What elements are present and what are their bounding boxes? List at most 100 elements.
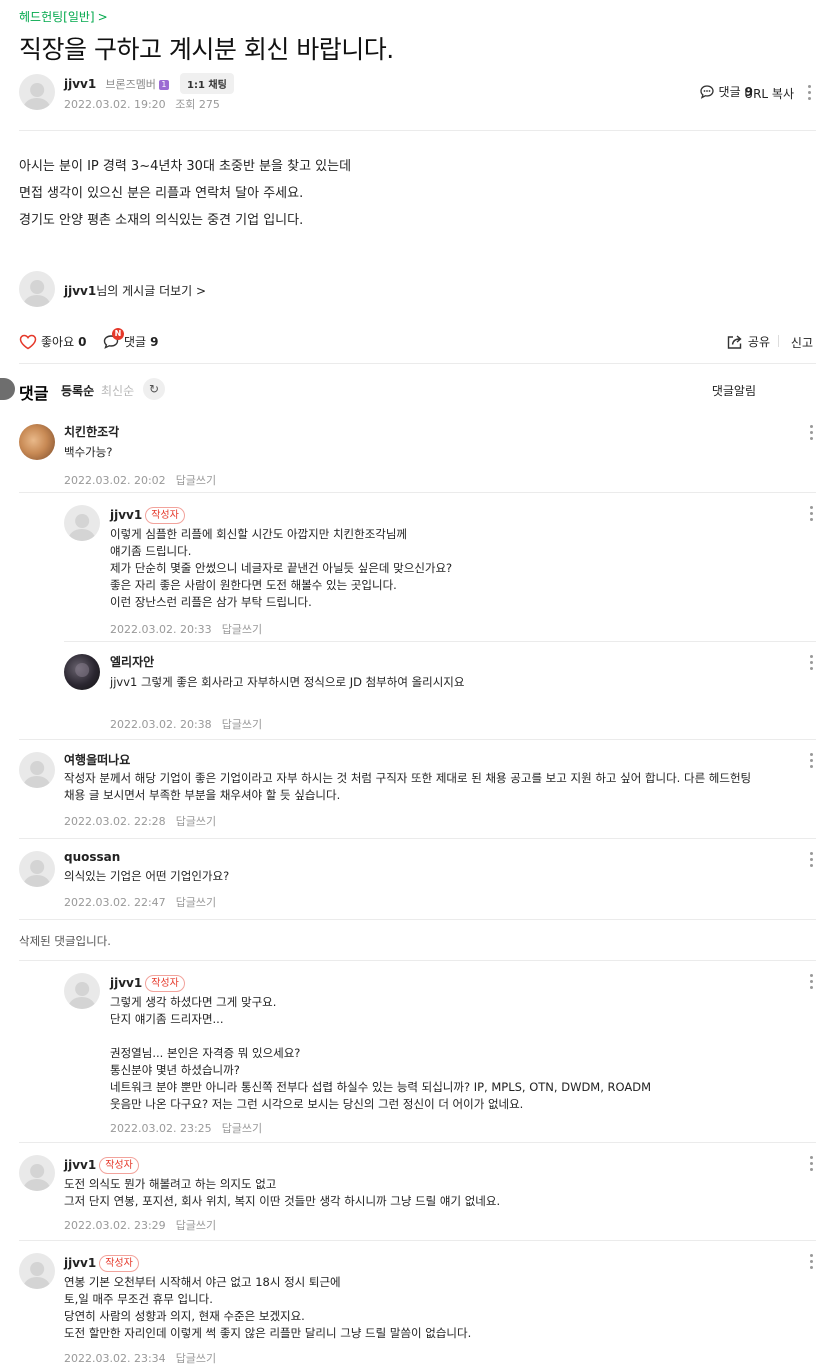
reply-button[interactable]: 답글쓰기 xyxy=(176,474,216,487)
comment-more-icon[interactable] xyxy=(810,655,814,673)
author-name[interactable]: jjvv1 xyxy=(64,77,96,91)
report-button[interactable]: 신고 xyxy=(791,334,813,351)
commenter-avatar[interactable] xyxy=(19,851,55,887)
comment-text: 도전 의식도 뭔가 해볼려고 하는 의지도 없고 그저 단지 연봉, 포지션, … xyxy=(64,1177,501,1208)
commenter-name[interactable]: 치킨한조각 xyxy=(64,423,216,440)
chevron-right-icon: > xyxy=(97,10,108,24)
divider xyxy=(19,492,816,493)
comment-more-icon[interactable] xyxy=(810,1156,814,1174)
more-posts-avatar[interactable] xyxy=(19,271,55,307)
comment-alarm-label: 댓글알림 xyxy=(711,384,756,398)
comment: 치킨한조각 백수가능? 2022.03.02. 20:02 답글쓰기 xyxy=(64,423,216,488)
comment-text: 백수가능? xyxy=(64,445,113,459)
like-count: 0 xyxy=(78,334,87,349)
commenter-name[interactable]: jjvv1 xyxy=(64,1158,96,1172)
comment: 여행을떠나요 작성자 분께서 해당 기업이 좋은 기업이라고 자부 하시는 것 … xyxy=(64,751,804,829)
sort-latest-tab[interactable]: 최신순 xyxy=(101,382,134,399)
commenter-name[interactable]: jjvv1 xyxy=(64,1256,96,1270)
post-title: 직장을 구하고 계시분 회신 바랍니다. xyxy=(19,35,394,64)
reply-button[interactable]: 답글쓰기 xyxy=(176,896,216,909)
commenter-avatar[interactable] xyxy=(19,424,55,460)
divider xyxy=(19,838,816,839)
more-posts-link[interactable]: jjvv1님의 게시글 더보기 > xyxy=(64,282,206,299)
commenter-avatar[interactable] xyxy=(64,973,100,1009)
comment: jjvv1 작성자 도전 의식도 뭔가 해볼려고 하는 의지도 없고 그저 단지 … xyxy=(64,1154,500,1233)
comment-more-icon[interactable] xyxy=(810,506,814,524)
comment-alarm-toggle[interactable] xyxy=(0,378,15,400)
reply-button[interactable]: 답글쓰기 xyxy=(176,1219,216,1232)
refresh-icon[interactable]: ↻ xyxy=(143,378,165,400)
comment-more-icon[interactable] xyxy=(810,425,814,443)
post-date: 2022.03.02. 19:20 xyxy=(64,98,166,111)
chevron-right-icon: > xyxy=(192,284,207,298)
comment-text: 의식있는 기업은 어떤 기업인가요? xyxy=(64,869,230,883)
one-on-one-chat-button[interactable]: 1:1 채팅 xyxy=(180,73,234,94)
commenter-name[interactable]: 여행을떠나요 xyxy=(64,751,804,768)
comment-more-icon[interactable] xyxy=(810,753,814,771)
commenter-avatar[interactable] xyxy=(19,752,55,788)
divider xyxy=(19,363,816,364)
commenter-avatar[interactable] xyxy=(19,1155,55,1191)
author-badge: 작성자 xyxy=(145,975,185,992)
commenter-avatar[interactable] xyxy=(64,505,100,541)
post-body: 아시는 분이 IP 경력 3~4년차 30대 초중반 분을 찾고 있는데 면접 … xyxy=(19,153,351,234)
heart-icon xyxy=(19,334,37,349)
comment-date: 2022.03.02. 20:38 xyxy=(110,718,212,731)
comment-text: 작성자 분께서 해당 기업이 좋은 기업이라고 자부 하시는 것 처럼 구직자 … xyxy=(64,771,752,802)
reply-button[interactable]: 답글쓰기 xyxy=(176,815,216,828)
breadcrumb-board-link[interactable]: 헤드헌팅[일반] xyxy=(19,10,95,24)
comment-bubble-icon xyxy=(699,84,714,99)
share-button[interactable]: 공유 xyxy=(726,333,770,350)
comment-more-icon[interactable] xyxy=(810,852,814,870)
commenter-name[interactable]: jjvv1 xyxy=(110,976,142,990)
url-copy-button[interactable]: URL 복사 xyxy=(744,85,794,102)
member-level: 브론즈멤버 xyxy=(105,78,156,91)
divider xyxy=(778,335,779,347)
comment-more-icon[interactable] xyxy=(810,1254,814,1272)
reply-button[interactable]: 답글쓰기 xyxy=(222,623,262,636)
comment-date: 2022.03.02. 22:28 xyxy=(64,815,166,828)
post-body-line: 면접 생각이 있으신 분은 리플과 연락처 달아 주세요. xyxy=(19,186,304,201)
author-avatar[interactable] xyxy=(19,74,55,110)
post-meta: 2022.03.02. 19:20 조회 275 xyxy=(64,96,220,112)
author-badge: 작성자 xyxy=(99,1157,139,1174)
new-badge: N xyxy=(112,327,124,340)
author-badge: 작성자 xyxy=(99,1255,139,1272)
divider xyxy=(19,130,816,131)
comment-label: 댓글 xyxy=(124,335,147,349)
more-posts-label: 님의 게시글 더보기 xyxy=(96,284,193,298)
share-icon xyxy=(727,334,742,349)
comment-date: 2022.03.02. 23:34 xyxy=(64,1352,166,1365)
commenter-name[interactable]: 엘리자안 xyxy=(110,653,464,670)
reply-button[interactable]: 답글쓰기 xyxy=(222,718,262,731)
comment-date: 2022.03.02. 23:29 xyxy=(64,1219,166,1232)
comment-more-icon[interactable] xyxy=(810,974,814,992)
comment-reply: 엘리자안 jjvv1 그렇게 좋은 회사라고 자부하시면 정식으로 JD 첨부하… xyxy=(110,653,464,732)
comment-date: 2022.03.02. 23:25 xyxy=(110,1122,212,1135)
post-views: 조회 275 xyxy=(175,98,220,111)
comment-date: 2022.03.02. 20:02 xyxy=(64,474,166,487)
comment: jjvv1 작성자 연봉 기본 오천부터 시작해서 야근 없고 18시 정시 퇴근… xyxy=(64,1252,471,1365)
comment-reply: jjvv1 작성자 이렇게 심플한 리플에 회신할 시간도 아깝지만 치킨한조각님… xyxy=(110,504,452,637)
post-body-line: 경기도 안양 평촌 소재의 의식있는 중견 기업 입니다. xyxy=(19,213,304,228)
commenter-name[interactable]: quossan xyxy=(64,850,229,864)
comment-label: 댓글 xyxy=(718,85,741,99)
author-badge: 작성자 xyxy=(145,507,185,524)
deleted-comment: 삭제된 댓글입니다. xyxy=(19,934,111,948)
breadcrumb[interactable]: 헤드헌팅[일반] > xyxy=(19,8,108,25)
comment-button[interactable]: N 댓글 9 xyxy=(102,327,159,350)
commenter-name[interactable]: jjvv1 xyxy=(110,508,142,522)
like-button[interactable]: 좋아요 0 xyxy=(19,333,86,350)
comment-reply: jjvv1 작성자 그렇게 생각 하셨다면 그게 맞구요. 단지 얘기좀 드리자면… xyxy=(110,972,651,1136)
reply-button[interactable]: 답글쓰기 xyxy=(176,1352,216,1365)
commenter-avatar[interactable] xyxy=(19,1253,55,1289)
commenter-avatar[interactable] xyxy=(64,654,100,690)
sort-registered-tab[interactable]: 등록순 xyxy=(61,382,94,399)
divider xyxy=(19,919,816,920)
comment-text: 그렇게 생각 하셨다면 그게 맞구요. 단지 얘기좀 드리자면... 권정열님.… xyxy=(110,995,652,1111)
post-more-icon[interactable] xyxy=(808,85,812,103)
reply-button[interactable]: 답글쓰기 xyxy=(222,1122,262,1135)
comment-date: 2022.03.02. 20:33 xyxy=(110,623,212,636)
comment-count: 9 xyxy=(150,334,159,349)
divider xyxy=(19,1142,816,1143)
